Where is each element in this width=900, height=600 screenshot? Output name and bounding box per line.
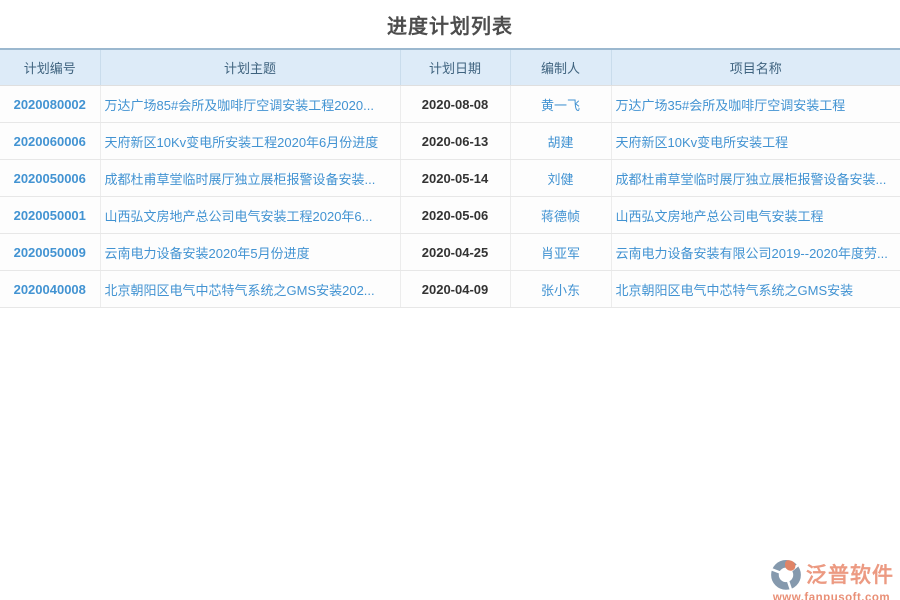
plan-subject-link[interactable]: 云南电力设备安装2020年5月份进度	[100, 234, 400, 271]
header-plan-subject[interactable]: 计划主题	[100, 49, 400, 86]
plan-author: 张小东	[510, 271, 611, 308]
page-title: 进度计划列表	[0, 10, 900, 39]
plan-date: 2020-04-25	[400, 234, 510, 271]
project-name-link[interactable]: 天府新区10Kv变电所安装工程	[611, 123, 900, 160]
project-name-link[interactable]: 山西弘文房地产总公司电气安装工程	[611, 197, 900, 234]
project-name-link[interactable]: 北京朝阳区电气中芯特气系统之GMS安装	[611, 271, 900, 308]
plan-number-link[interactable]: 2020040008	[0, 271, 100, 308]
plan-number-link[interactable]: 2020060006	[0, 123, 100, 160]
footer-brand[interactable]: 泛普软件 www.fanpusoft.com	[769, 557, 894, 600]
plan-author: 黄一飞	[510, 86, 611, 123]
plan-number-link[interactable]: 2020050009	[0, 234, 100, 271]
plan-date: 2020-05-06	[400, 197, 510, 234]
plan-date: 2020-04-09	[400, 271, 510, 308]
header-author[interactable]: 编制人	[510, 49, 611, 86]
table-row[interactable]: 2020060006 天府新区10Kv变电所安装工程2020年6月份进度 202…	[0, 123, 900, 160]
plan-subject-link[interactable]: 成都杜甫草堂临时展厅独立展柜报警设备安装...	[100, 160, 400, 197]
table-row[interactable]: 2020050006 成都杜甫草堂临时展厅独立展柜报警设备安装... 2020-…	[0, 160, 900, 197]
table-row[interactable]: 2020040008 北京朝阳区电气中芯特气系统之GMS安装202... 202…	[0, 271, 900, 308]
plan-subject-link[interactable]: 天府新区10Kv变电所安装工程2020年6月份进度	[100, 123, 400, 160]
header-row: 计划编号 计划主题 计划日期 编制人 项目名称	[0, 49, 900, 86]
table-header: 计划编号 计划主题 计划日期 编制人 项目名称	[0, 49, 900, 86]
brand-name: 泛普软件	[806, 559, 894, 589]
project-name-link[interactable]: 云南电力设备安装有限公司2019--2020年度劳...	[611, 234, 900, 271]
progress-plan-table: 计划编号 计划主题 计划日期 编制人 项目名称 2020080002 万达广场8…	[0, 48, 900, 308]
project-name-link[interactable]: 成都杜甫草堂临时展厅独立展柜报警设备安装...	[611, 160, 900, 197]
plan-author: 胡建	[510, 123, 611, 160]
header-plan-number[interactable]: 计划编号	[0, 49, 100, 86]
plan-number-link[interactable]: 2020080002	[0, 86, 100, 123]
fanpu-logo-icon	[769, 557, 803, 591]
table-row[interactable]: 2020080002 万达广场85#会所及咖啡厅空调安装工程2020... 20…	[0, 86, 900, 123]
table-row[interactable]: 2020050009 云南电力设备安装2020年5月份进度 2020-04-25…	[0, 234, 900, 271]
plan-date: 2020-08-08	[400, 86, 510, 123]
plan-author: 蒋德帧	[510, 197, 611, 234]
plan-subject-link[interactable]: 山西弘文房地产总公司电气安装工程2020年6...	[100, 197, 400, 234]
plan-number-link[interactable]: 2020050001	[0, 197, 100, 234]
header-project-name[interactable]: 项目名称	[611, 49, 900, 86]
table-row[interactable]: 2020050001 山西弘文房地产总公司电气安装工程2020年6... 202…	[0, 197, 900, 234]
plan-subject-link[interactable]: 北京朝阳区电气中芯特气系统之GMS安装202...	[100, 271, 400, 308]
table-body: 2020080002 万达广场85#会所及咖啡厅空调安装工程2020... 20…	[0, 86, 900, 308]
project-name-link[interactable]: 万达广场35#会所及咖啡厅空调安装工程	[611, 86, 900, 123]
plan-date: 2020-05-14	[400, 160, 510, 197]
plan-subject-link[interactable]: 万达广场85#会所及咖啡厅空调安装工程2020...	[100, 86, 400, 123]
brand-url[interactable]: www.fanpusoft.com	[773, 592, 890, 600]
header-plan-date[interactable]: 计划日期	[400, 49, 510, 86]
plan-number-link[interactable]: 2020050006	[0, 160, 100, 197]
plan-date: 2020-06-13	[400, 123, 510, 160]
plan-author: 肖亚军	[510, 234, 611, 271]
plan-author: 刘健	[510, 160, 611, 197]
